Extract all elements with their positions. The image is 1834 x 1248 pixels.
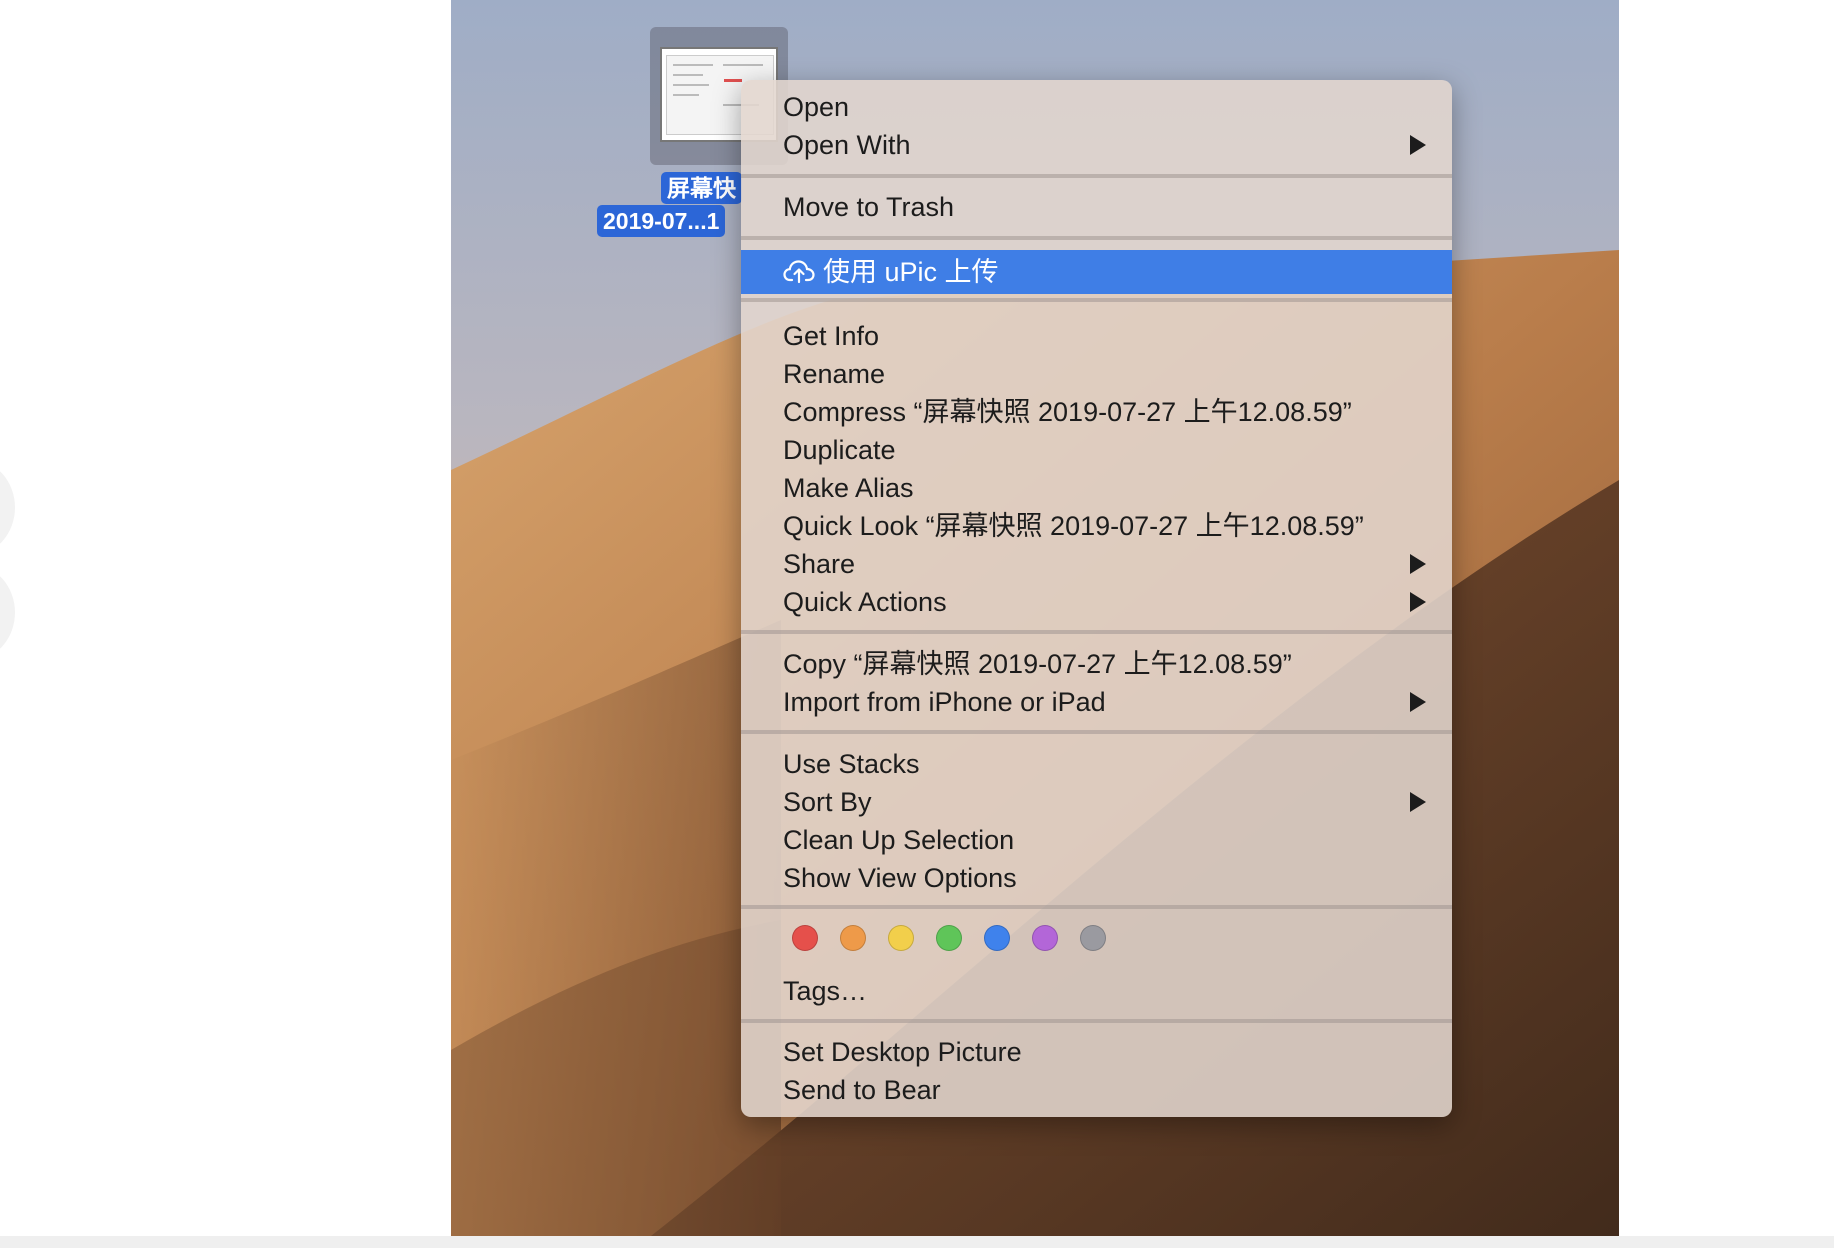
menu-item-upload-upic[interactable]: 使用 uPic 上传 [741, 250, 1452, 294]
context-menu: Open Open With Move to Trash 使用 uPic 上传 … [741, 80, 1452, 1117]
file-name-label-secondary[interactable]: 2019-07...1 [597, 205, 726, 237]
menu-item-label: Set Desktop Picture [783, 1037, 1022, 1067]
tag-green-dot[interactable] [936, 925, 962, 951]
submenu-arrow-icon [1410, 592, 1426, 612]
menu-item-duplicate[interactable]: Duplicate [741, 431, 1452, 469]
menu-item-rename[interactable]: Rename [741, 355, 1452, 393]
menu-item-label: Duplicate [783, 435, 896, 465]
menu-separator [741, 630, 1452, 634]
menu-item-label: Move to Trash [783, 192, 955, 222]
menu-item-share[interactable]: Share [741, 545, 1452, 583]
menu-item-label: Import from iPhone or iPad [783, 687, 1106, 717]
menu-item-make-alias[interactable]: Make Alias [741, 469, 1452, 507]
menu-item-label: 使用 uPic 上传 [823, 257, 999, 287]
submenu-arrow-icon [1410, 554, 1426, 574]
menu-item-label: Clean Up Selection [783, 825, 1015, 855]
tag-purple-dot[interactable] [1032, 925, 1058, 951]
menu-item-label: Get Info [783, 321, 880, 351]
tag-red-dot[interactable] [792, 925, 818, 951]
menu-item-get-info[interactable]: Get Info [741, 317, 1452, 355]
tag-blue-dot[interactable] [984, 925, 1010, 951]
menu-item-label: Compress “屏幕快照 2019-07-27 上午12.08.59” [783, 397, 1352, 427]
menu-item-open[interactable]: Open [741, 88, 1452, 126]
cloud-upload-icon [783, 260, 815, 283]
background-shape [0, 565, 15, 660]
menu-separator [741, 905, 1452, 909]
menu-item-label: Share [783, 549, 856, 579]
menu-item-quick-actions[interactable]: Quick Actions [741, 583, 1452, 621]
menu-item-compress[interactable]: Compress “屏幕快照 2019-07-27 上午12.08.59” [741, 393, 1452, 431]
tag-gray-dot[interactable] [1080, 925, 1106, 951]
menu-item-label: Make Alias [783, 473, 914, 503]
menu-item-copy[interactable]: Copy “屏幕快照 2019-07-27 上午12.08.59” [741, 645, 1452, 683]
menu-item-label: Quick Look “屏幕快照 2019-07-27 上午12.08.59” [783, 511, 1364, 541]
menu-item-show-view-options[interactable]: Show View Options [741, 859, 1452, 897]
menu-item-label: Copy “屏幕快照 2019-07-27 上午12.08.59” [783, 649, 1292, 679]
file-name-label[interactable]: 屏幕快 [661, 172, 742, 204]
menu-item-clean-up-selection[interactable]: Clean Up Selection [741, 821, 1452, 859]
menu-item-use-stacks[interactable]: Use Stacks [741, 745, 1452, 783]
menu-separator [741, 298, 1452, 302]
menu-separator [741, 730, 1452, 734]
menu-item-tags[interactable]: Tags… [741, 972, 1452, 1010]
menu-separator [741, 236, 1452, 240]
menu-item-label: Sort By [783, 787, 872, 817]
menu-item-label: Send to Bear [783, 1075, 941, 1105]
bottom-strip [0, 1236, 1834, 1248]
background-shape [0, 460, 15, 555]
menu-item-move-to-trash[interactable]: Move to Trash [741, 188, 1452, 226]
submenu-arrow-icon [1410, 135, 1426, 155]
submenu-arrow-icon [1410, 792, 1426, 812]
tag-yellow-dot[interactable] [888, 925, 914, 951]
menu-item-label: Show View Options [783, 863, 1017, 893]
menu-item-label: Open [783, 92, 850, 122]
menu-item-quick-look[interactable]: Quick Look “屏幕快照 2019-07-27 上午12.08.59” [741, 507, 1452, 545]
menu-separator [741, 174, 1452, 178]
menu-item-label: Tags… [783, 976, 868, 1006]
menu-item-set-desktop-picture[interactable]: Set Desktop Picture [741, 1033, 1452, 1071]
tag-orange-dot[interactable] [840, 925, 866, 951]
menu-item-label: Rename [783, 359, 886, 389]
menu-separator [741, 1019, 1452, 1023]
submenu-arrow-icon [1410, 692, 1426, 712]
menu-item-label: Use Stacks [783, 749, 920, 779]
menu-item-import-iphone[interactable]: Import from iPhone or iPad [741, 683, 1452, 721]
menu-item-send-to-bear[interactable]: Send to Bear [741, 1071, 1452, 1109]
menu-item-label: Open With [783, 130, 911, 160]
menu-item-open-with[interactable]: Open With [741, 126, 1452, 164]
menu-item-label: Quick Actions [783, 587, 947, 617]
menu-item-sort-by[interactable]: Sort By [741, 783, 1452, 821]
